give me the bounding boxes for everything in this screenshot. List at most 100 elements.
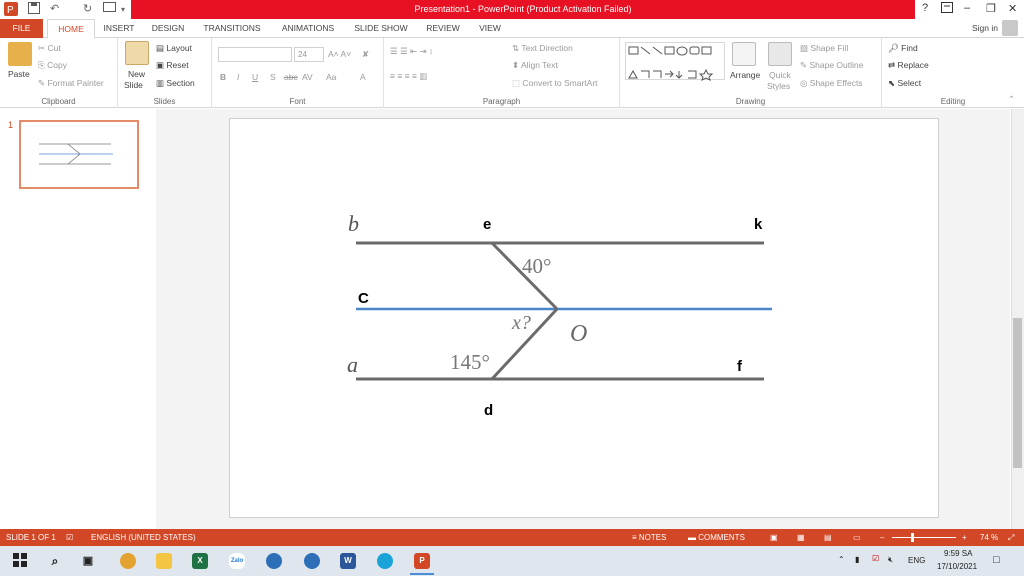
font-size-input[interactable]: 24 <box>294 47 324 62</box>
section-button[interactable]: ▥ Section <box>156 78 195 89</box>
new-slide-icon[interactable] <box>125 41 149 65</box>
zoom-level[interactable]: 74 % <box>980 529 998 546</box>
new-slide-label-1[interactable]: New <box>128 69 145 79</box>
tray-v-icon[interactable]: ☑ <box>872 554 879 563</box>
minimize-icon[interactable]: – <box>964 2 970 14</box>
zoom-slider[interactable] <box>892 537 956 538</box>
bold-button[interactable]: B <box>220 72 226 82</box>
spellcheck-icon[interactable]: ☑ <box>66 529 73 546</box>
tab-slide-show[interactable]: SLIDE SHOW <box>350 19 412 38</box>
bullets-icon[interactable]: ☰ ☰ ⇤ ⇥ ↕ <box>390 46 433 57</box>
align-text-button[interactable]: ⬍ Align Text <box>512 60 558 71</box>
redo-icon[interactable]: ↻ <box>83 2 92 17</box>
strikethrough-button[interactable]: abc <box>284 72 298 82</box>
language-status[interactable]: ENGLISH (UNITED STATES) <box>91 529 196 546</box>
restore-icon[interactable]: ❐ <box>986 2 996 15</box>
zalo-icon[interactable]: Zalo <box>229 553 245 569</box>
undo-icon[interactable]: ↶ <box>50 2 59 17</box>
tab-file[interactable]: FILE <box>0 19 43 38</box>
format-painter-button[interactable]: ✎ Format Painter <box>38 78 104 89</box>
tab-home[interactable]: HOME <box>47 19 95 39</box>
app-icon-1[interactable] <box>266 553 282 569</box>
sign-in-link[interactable]: Sign in <box>972 19 998 38</box>
comments-button[interactable]: ▬ COMMENTS <box>688 529 745 546</box>
slide-sorter-icon[interactable]: ▦ <box>797 529 805 546</box>
quick-styles-label-2[interactable]: Styles <box>767 81 790 91</box>
close-icon[interactable]: ✕ <box>1008 2 1017 15</box>
search-icon[interactable]: ⌕ <box>47 553 63 569</box>
slide-thumbnail[interactable] <box>19 120 139 189</box>
save-icon[interactable] <box>28 2 40 17</box>
shadow-button[interactable]: S <box>270 72 276 82</box>
paste-button[interactable]: Paste <box>8 69 30 79</box>
reading-view-icon[interactable]: ▤ <box>824 529 832 546</box>
shape-fill-button[interactable]: ▧ Shape Fill <box>800 43 848 54</box>
tray-icon[interactable]: ▮ <box>855 555 859 564</box>
zoom-slider-handle[interactable] <box>911 533 914 542</box>
replace-button[interactable]: ⇄ Replace <box>888 60 929 71</box>
shape-effects-button[interactable]: ◎ Shape Effects <box>800 78 863 89</box>
normal-view-icon[interactable]: ▣ <box>770 529 778 546</box>
windows-start-icon[interactable] <box>12 553 28 569</box>
zoom-out-icon[interactable]: – <box>880 529 884 546</box>
help-button[interactable]: ? <box>922 2 928 14</box>
collapse-ribbon-icon[interactable]: ⌃ <box>1008 94 1015 105</box>
font-color-button[interactable]: A <box>360 72 366 82</box>
shapes-gallery[interactable] <box>625 42 725 81</box>
paste-icon[interactable] <box>8 42 32 66</box>
edge-icon[interactable] <box>377 553 393 569</box>
fit-slide-icon[interactable]: ⤢ <box>1008 529 1014 546</box>
convert-smartart-button[interactable]: ⬚ Convert to SmartArt <box>512 78 598 89</box>
tab-review[interactable]: REVIEW <box>421 19 465 38</box>
align-icons[interactable]: ≡ ≡ ≡ ≡ ▥ <box>390 71 427 82</box>
copy-button[interactable]: ⎘ Copy <box>38 60 67 71</box>
tray-language[interactable]: ENG <box>908 556 925 565</box>
find-button[interactable]: 🔎︎ Find <box>888 43 918 54</box>
tray-time[interactable]: 9:59 SA <box>944 549 972 558</box>
reset-button[interactable]: ▣ Reset <box>156 60 189 71</box>
underline-button[interactable]: U <box>252 72 258 82</box>
slide-canvas[interactable]: b e k C a f d O x? 40° 145° <box>229 118 939 518</box>
notes-button[interactable]: ≡ NOTES <box>632 529 666 546</box>
task-view-icon[interactable]: ▣ <box>80 553 96 569</box>
tab-view[interactable]: VIEW <box>473 19 507 38</box>
tab-insert[interactable]: INSERT <box>98 19 140 38</box>
tray-date[interactable]: 17/10/2021 <box>937 562 977 571</box>
grow-font-icon[interactable]: A˄ A˅ <box>328 49 351 59</box>
font-name-input[interactable] <box>218 47 292 62</box>
tray-chevron-icon[interactable]: ⌃ <box>838 555 845 564</box>
app-icon-2[interactable] <box>304 553 320 569</box>
scrollbar-thumb[interactable] <box>1013 318 1022 468</box>
layout-button[interactable]: ▤ Layout <box>156 43 192 54</box>
new-slide-label-2[interactable]: Slide <box>124 80 143 90</box>
character-spacing-button[interactable]: AV <box>302 72 313 82</box>
quick-styles-label-1[interactable]: Quick <box>769 70 791 80</box>
select-button[interactable]: ⬉ Select <box>888 78 921 89</box>
excel-icon[interactable]: X <box>192 553 208 569</box>
shape-outline-button[interactable]: ✎ Shape Outline <box>800 60 863 71</box>
zoom-in-icon[interactable]: + <box>962 529 967 546</box>
change-case-button[interactable]: Aa <box>326 72 336 82</box>
text-direction-button[interactable]: ⇅ Text Direction <box>512 43 573 54</box>
customize-toolbar-icon[interactable]: ▾ <box>121 2 125 17</box>
quick-styles-icon[interactable] <box>768 42 792 66</box>
slide-show-icon[interactable]: ▭ <box>853 529 861 546</box>
arrange-icon[interactable] <box>732 42 756 66</box>
avatar[interactable] <box>1002 20 1018 36</box>
volume-icon[interactable]: 🔇︎ <box>888 555 893 565</box>
notifications-icon[interactable]: □ <box>993 554 1000 566</box>
cut-button[interactable]: ✂ Cut <box>38 43 61 54</box>
clear-formatting-icon[interactable]: ✘ <box>362 49 369 60</box>
label-b: b <box>348 211 359 236</box>
tab-animations[interactable]: ANIMATIONS <box>275 19 341 38</box>
ribbon-display-options-icon[interactable] <box>941 2 953 16</box>
file-explorer-icon[interactable] <box>156 553 172 569</box>
word-icon[interactable]: W <box>340 553 356 569</box>
tab-design[interactable]: DESIGN <box>146 19 190 38</box>
powerpoint-taskbar-icon[interactable]: P <box>414 553 430 569</box>
arrange-button[interactable]: Arrange <box>730 70 760 80</box>
italic-button[interactable]: I <box>237 72 239 82</box>
chrome-icon[interactable] <box>120 553 136 569</box>
start-from-beginning-icon[interactable] <box>103 2 116 17</box>
tab-transitions[interactable]: TRANSITIONS <box>198 19 266 38</box>
